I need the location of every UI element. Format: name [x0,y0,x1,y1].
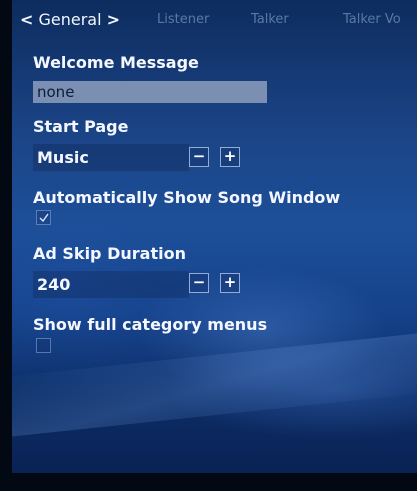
welcome-message-label: Welcome Message [33,53,199,72]
settings-panel: < General > Listener Talker Talker Vo We… [12,0,417,473]
checkmark-icon [39,213,49,222]
auto-show-song-window-label: Automatically Show Song Window [33,188,341,207]
tab-listener[interactable]: Listener [157,8,209,32]
start-page-decrement-button[interactable]: − [189,147,209,167]
start-page-increment-button[interactable]: + [220,147,240,167]
start-page-value: Music [33,144,189,171]
window: < General > Listener Talker Talker Vo We… [0,0,417,491]
tab-general[interactable]: < General > [20,8,120,32]
show-full-category-menus-label: Show full category menus [33,315,268,334]
show-full-category-menus-checkbox[interactable] [36,338,51,353]
chevron-right-icon[interactable]: > [107,10,120,29]
ad-skip-duration-value: 240 [33,271,189,298]
ad-skip-duration-decrement-button[interactable]: − [189,273,209,293]
tab-general-label: General [38,10,102,29]
tab-talker-vo[interactable]: Talker Vo [343,8,401,32]
start-page-label: Start Page [33,117,129,136]
tab-talker[interactable]: Talker [251,8,289,32]
chevron-left-icon[interactable]: < [20,10,33,29]
auto-show-song-window-checkbox[interactable] [36,210,51,225]
ad-skip-duration-increment-button[interactable]: + [220,273,240,293]
ad-skip-duration-label: Ad Skip Duration [33,244,186,263]
welcome-message-input[interactable] [33,81,267,103]
